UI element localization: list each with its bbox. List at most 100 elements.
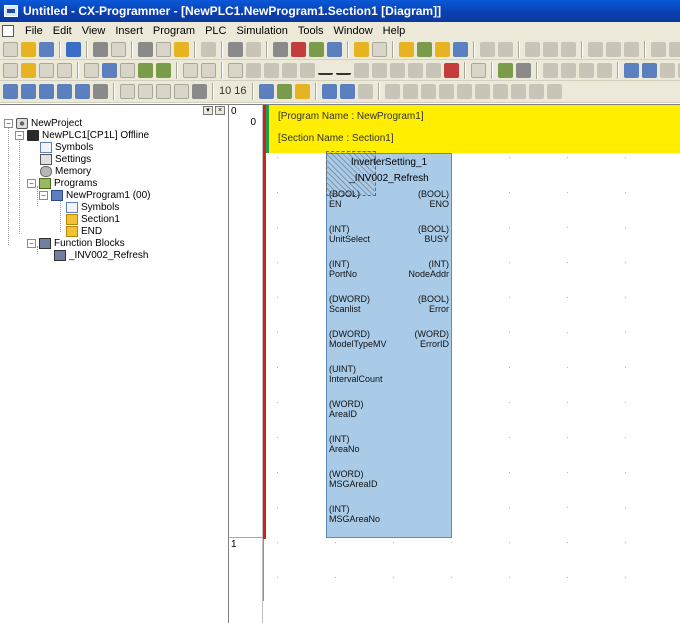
coil-icon[interactable] (354, 62, 369, 78)
help-icon[interactable] (354, 41, 369, 57)
fb-input-pin[interactable]: (DWORD) Scanlist (329, 294, 370, 314)
fb-input-pin[interactable]: (INT) PortNo (329, 259, 357, 279)
tree-item-section1[interactable]: Section1 (66, 213, 120, 225)
menu-view[interactable]: View (77, 25, 111, 37)
output-icon[interactable] (21, 84, 36, 99)
cut-icon[interactable] (138, 41, 153, 57)
menu-program[interactable]: Program (148, 25, 200, 37)
address-reference-icon[interactable] (309, 41, 324, 57)
find-icon[interactable] (273, 41, 288, 57)
tree-item-project[interactable]: − NewProject (4, 117, 82, 129)
redo-icon[interactable] (246, 41, 261, 57)
replace-icon[interactable] (291, 41, 306, 57)
close-icon[interactable]: × (215, 106, 225, 115)
fb-input-pin[interactable]: (BOOL) EN (329, 189, 360, 209)
delete-line-icon[interactable] (444, 62, 459, 78)
context-help-icon[interactable] (372, 41, 387, 57)
transfer-icon[interactable] (588, 41, 603, 57)
force-cancel-icon[interactable] (579, 62, 594, 78)
zoom-out-icon[interactable] (39, 62, 54, 78)
function-block-instance[interactable]: InverterSetting_1 _INV002_Refresh (BOOL)… (326, 151, 452, 538)
menu-window[interactable]: Window (329, 25, 378, 37)
output-window-icon[interactable] (435, 41, 450, 57)
fb-input-pin[interactable]: (UINT) IntervalCount (329, 364, 383, 384)
menu-tools[interactable]: Tools (293, 25, 329, 37)
pou-instance-icon[interactable] (390, 62, 405, 78)
save-icon[interactable] (39, 41, 54, 57)
sim-monitor-icon[interactable] (294, 84, 310, 99)
address-ref-pane-icon[interactable] (57, 84, 72, 99)
comment-icon[interactable] (471, 62, 486, 78)
compare-icon[interactable] (66, 41, 81, 57)
tree-item-function-blocks[interactable]: − Function Blocks (27, 237, 125, 249)
sim-stop-square-icon[interactable] (438, 84, 454, 99)
fb-output-pin[interactable]: (BOOL) BUSY (418, 224, 449, 244)
error-log-icon[interactable] (174, 84, 189, 99)
copy-icon[interactable] (156, 41, 171, 57)
project-window-icon[interactable] (3, 84, 18, 99)
fb-output-pin[interactable]: (INT) NodeAddr (408, 259, 449, 279)
sim-pause-icon[interactable] (480, 41, 495, 57)
sim-step-icon[interactable] (384, 84, 400, 99)
instruction-icon[interactable] (426, 62, 441, 78)
contact-or-nc-icon[interactable] (300, 62, 315, 78)
tree-view-icon[interactable] (417, 41, 432, 57)
properties-icon[interactable] (75, 84, 90, 99)
document-menu-icon[interactable] (2, 24, 14, 37)
ladder-view-icon[interactable] (201, 62, 216, 78)
tree-item-programs[interactable]: − Programs (27, 177, 97, 189)
fb-input-pin[interactable]: (INT) AreaNo (329, 434, 360, 454)
zoom-in-icon[interactable] (3, 62, 18, 78)
collapse-icon[interactable]: − (4, 118, 13, 128)
stage-icon[interactable] (357, 84, 373, 99)
set-icon[interactable] (597, 62, 612, 78)
sim-run-icon[interactable] (276, 84, 292, 99)
tree-item-settings[interactable]: Settings (40, 153, 91, 165)
fb-output-pin[interactable]: (WORD) ErrorID (415, 329, 450, 349)
force-on-icon[interactable] (543, 62, 558, 78)
collapse-icon[interactable]: − (27, 238, 36, 248)
force-off-icon[interactable] (561, 62, 576, 78)
fb-output-pin[interactable]: (BOOL) Error (418, 294, 449, 314)
menu-file[interactable]: File (20, 25, 48, 37)
scan-run-icon[interactable] (546, 84, 562, 99)
online-edit-cancel-icon[interactable] (543, 41, 558, 57)
menu-help[interactable]: Help (378, 25, 411, 37)
hex-display-button[interactable]: 16 (234, 84, 246, 99)
menu-insert[interactable]: Insert (110, 25, 148, 37)
memory-view-icon[interactable] (516, 62, 531, 78)
print-icon[interactable] (93, 41, 108, 57)
collapse-icon[interactable]: − (39, 190, 48, 200)
open-file-icon[interactable] (21, 41, 36, 57)
fb-input-pin[interactable]: (WORD) AreaID (329, 399, 364, 419)
mnemonics-icon[interactable] (183, 62, 198, 78)
transfer-from-plc-icon[interactable] (624, 41, 639, 57)
break-all-icon[interactable] (339, 84, 355, 99)
menu-simulation[interactable]: Simulation (231, 25, 292, 37)
fb-output-pin[interactable]: (BOOL) ENO (418, 189, 449, 209)
sim-start-icon[interactable] (258, 84, 274, 99)
vertical-line-icon[interactable] (318, 66, 333, 75)
collapse-icon[interactable]: − (27, 178, 36, 188)
fb-input-pin[interactable]: (DWORD) ModelTypeMV (329, 329, 387, 349)
task-icon[interactable] (660, 62, 675, 78)
step-over-icon[interactable] (492, 84, 508, 99)
fb-input-pin[interactable]: (INT) MSGAreaNo (329, 504, 380, 524)
show-comments-icon[interactable] (102, 62, 117, 78)
watch-window-icon[interactable] (453, 41, 468, 57)
tree-item-program-symbols[interactable]: Symbols (66, 201, 119, 213)
pane-options-button[interactable]: ▾ (203, 106, 213, 115)
sim-stop-icon[interactable] (498, 41, 513, 57)
fb-input-pin[interactable]: (INT) UnitSelect (329, 224, 370, 244)
clock-icon[interactable] (192, 84, 207, 99)
monitor-fb-icon[interactable] (138, 62, 153, 78)
tree-item-end[interactable]: END (66, 225, 102, 237)
online-edit-icon[interactable] (525, 41, 540, 57)
watch-pane-icon[interactable] (39, 84, 54, 99)
menu-plc[interactable]: PLC (200, 25, 231, 37)
new-file-icon[interactable] (3, 41, 18, 57)
rung-annotation-icon[interactable] (120, 62, 135, 78)
coil-nc-icon[interactable] (372, 62, 387, 78)
transfer-to-plc-icon[interactable] (606, 41, 621, 57)
tree-item-plc[interactable]: − NewPLC1[CP1L] Offline (15, 129, 149, 141)
